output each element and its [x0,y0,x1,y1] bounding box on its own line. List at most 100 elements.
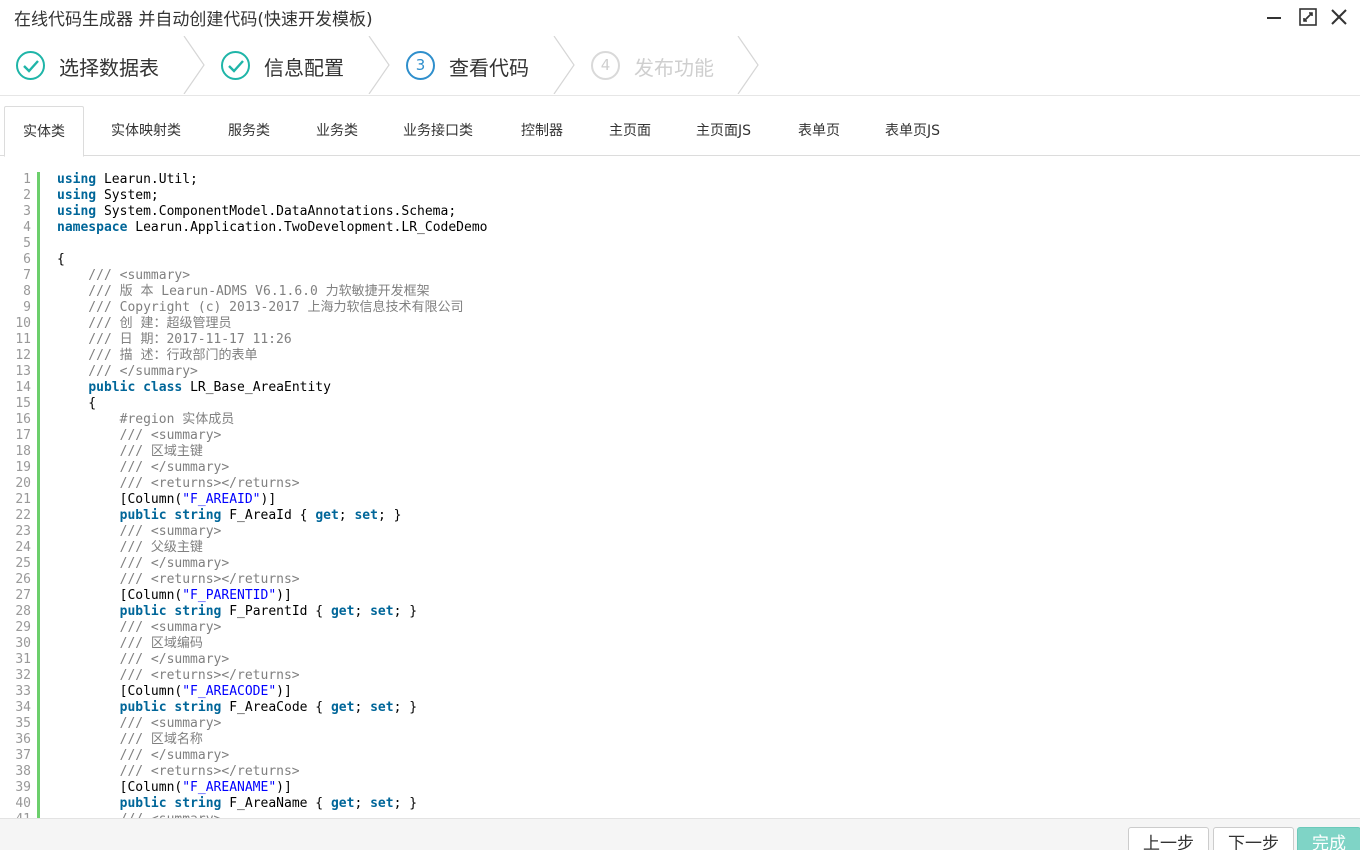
maximize-icon[interactable] [1296,5,1320,29]
next-button[interactable]: 下一步 [1213,827,1294,850]
code-comment: /// <summary> [57,268,191,283]
code-text: /// <returns></returns> [57,572,300,588]
code-token: F_ParentId { [221,604,331,619]
code-text: /// 版 本 Learun-ADMS V6.1.6.0 力软敏捷开发框架 [57,284,430,300]
code-viewer[interactable]: 1 using Learun.Util; 2 using System; 3 using … [0,170,1360,818]
code-text: /// </summary> [57,556,230,572]
tab-controller[interactable]: 控制器 [521,106,563,156]
window-titlebar: 在线代码生成器 并自动创建代码(快速开发模板) [0,0,1360,34]
check-circle-icon [16,51,45,80]
code-comment: /// <returns></returns> [57,764,300,779]
code-keyword: using [57,204,97,219]
code-text: public string F_AreaId { get; set; } [57,508,402,524]
line-number: 2 [23,188,31,203]
code-text: /// <summary> [57,268,190,284]
step-separator [737,36,759,94]
finish-button[interactable]: 完成 [1297,827,1360,850]
code-line: 31 /// </summary> [0,652,1360,668]
minimize-icon[interactable] [1262,5,1286,29]
line-number: 14 [15,380,31,395]
code-line: 9 /// Copyright (c) 2013-2017 上海力软信息技术有限… [0,300,1360,316]
line-number: 35 [15,716,31,731]
dialog-footer: 上一步 下一步 完成 [0,818,1360,850]
code-keyword: string [174,508,222,523]
code-token: ; [354,604,371,619]
line-number: 1 [23,172,31,187]
code-comment: /// 版 本 Learun-ADMS V6.1.6.0 力软敏捷开发框架 [57,284,430,299]
line-number: 10 [15,316,31,331]
tab-main-page-js[interactable]: 主页面JS [696,106,751,156]
code-token: { [57,396,97,411]
code-line: 30 /// 区域编码 [0,636,1360,652]
code-token: LR_Base_AreaEntity [182,380,331,395]
line-number: 9 [23,300,31,315]
line-number: 32 [15,668,31,683]
code-keyword: get [330,700,355,715]
code-text: /// <returns></returns> [57,668,300,684]
code-token: [Column( [57,780,183,795]
step-number: 4 [591,51,620,80]
code-token: [Column( [57,492,183,507]
line-number: 34 [15,700,31,715]
code-keyword: public [119,508,167,523]
code-token: System; [96,188,159,203]
code-comment: /// </summary> [57,652,230,667]
line-number: 30 [15,636,31,651]
line-number: 8 [23,284,31,299]
code-line: 2 using System; [0,188,1360,204]
code-string: "F_AREAID" [182,492,261,507]
code-line: 1 using Learun.Util; [0,172,1360,188]
code-token: [Column( [57,588,183,603]
code-text: [Column("F_AREAID")] [57,492,277,508]
tab-main-page[interactable]: 主页面 [609,106,651,156]
code-text: public class LR_Base_AreaEntity [57,380,331,396]
code-token: ; } [393,796,418,811]
tab-entity[interactable]: 实体类 [4,106,84,157]
code-comment: /// <summary> [57,428,222,443]
line-number: 6 [23,252,31,267]
wizard-steps: 选择数据表 信息配置 3 查看代码 4 发布功能 [0,34,1360,96]
code-line: 26 /// <returns></returns> [0,572,1360,588]
close-icon[interactable] [1327,5,1351,29]
code-token: ; [354,796,371,811]
code-text: /// 父级主键 [57,540,203,556]
code-line: 14 public class LR_Base_AreaEntity [0,380,1360,396]
code-line: 13 /// </summary> [0,364,1360,380]
step-label: 发布功能 [634,56,714,80]
line-number: 29 [15,620,31,635]
line-number: 5 [23,236,31,251]
code-line: 37 /// </summary> [0,748,1360,764]
line-number: 26 [15,572,31,587]
code-keyword: set [370,700,394,715]
line-number: 33 [15,684,31,699]
line-number: 40 [15,796,31,811]
code-keyword: public [119,700,167,715]
code-keyword: string [174,604,222,619]
code-line: 8 /// 版 本 Learun-ADMS V6.1.6.0 力软敏捷开发框架 [0,284,1360,300]
tab-entity-map[interactable]: 实体映射类 [111,106,181,156]
code-text: public string F_ParentId { get; set; } [57,604,417,620]
tab-form-page-js[interactable]: 表单页JS [885,106,940,156]
code-line: 35 /// <summary> [0,716,1360,732]
line-number: 4 [23,220,31,235]
tab-business[interactable]: 业务类 [316,106,358,156]
code-keyword: using [57,172,97,187]
code-text: /// 区域编码 [57,636,203,652]
code-comment: /// 区域名称 [57,732,203,747]
code-text: using Learun.Util; [57,172,198,188]
code-token: F_AreaCode { [221,700,331,715]
code-token: ; } [377,508,402,523]
code-line: 32 /// <returns></returns> [0,668,1360,684]
code-token: System.ComponentModel.DataAnnotations.Sc… [96,204,457,219]
tab-form-page[interactable]: 表单页 [798,106,840,156]
code-comment: /// 创 建：超级管理员 [57,316,232,331]
code-keyword: class [143,380,183,395]
line-number: 19 [15,460,31,475]
tab-service[interactable]: 服务类 [228,106,270,156]
code-token: ; } [393,700,418,715]
prev-button[interactable]: 上一步 [1128,827,1209,850]
tab-business-interface[interactable]: 业务接口类 [403,106,473,156]
